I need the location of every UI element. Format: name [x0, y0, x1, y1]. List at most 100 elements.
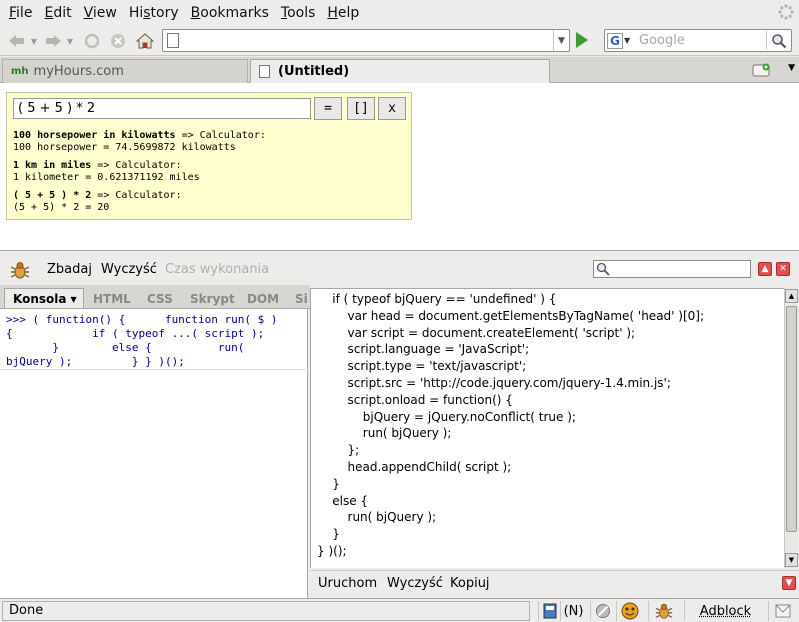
gmail-icon-button[interactable]: [768, 601, 796, 621]
firebug-detach-button[interactable]: ▲: [758, 262, 772, 276]
menu-help[interactable]: Help: [321, 5, 365, 21]
result-item: 100 horsepower in kilowatts => Calculato…: [13, 130, 407, 154]
menu-history[interactable]: History: [123, 5, 185, 21]
face-icon-button[interactable]: [616, 601, 642, 621]
menu-bookmarks[interactable]: Bookmarks: [185, 5, 275, 21]
inspect-button[interactable]: Zbadaj: [47, 262, 92, 277]
chevron-down-icon: ▼: [70, 294, 77, 304]
command-editor[interactable]: ˈ if ( typeof bjQuery == 'undefined' ) {…: [310, 288, 784, 568]
notebook-icon-button[interactable]: [538, 601, 560, 621]
url-bar[interactable]: ▼: [162, 29, 570, 52]
editor-scrollbar[interactable]: ▲ ▼: [784, 288, 798, 568]
profile-button[interactable]: Czas wykonania: [165, 262, 269, 277]
tab-overflow[interactable]: Si: [295, 288, 308, 308]
firebug-icon: [655, 603, 672, 619]
result-query: 100 horsepower in kilowatts: [13, 130, 176, 141]
tab-dom[interactable]: DOM: [247, 288, 279, 308]
go-button[interactable]: [576, 32, 588, 48]
tab-console[interactable]: Konsola ▼: [4, 288, 84, 308]
result-item: 1 km in miles => Calculator: 1 kilometer…: [13, 160, 407, 184]
block-icon: [595, 604, 610, 618]
scroll-down-button[interactable]: ▼: [785, 553, 798, 567]
calculator-panel: = [] x 100 horsepower in kilowatts => Ca…: [6, 92, 412, 220]
menu-tools[interactable]: Tools: [275, 5, 322, 21]
editor-close-button[interactable]: ▼: [782, 576, 796, 590]
google-icon: G: [607, 32, 623, 49]
notebook-icon: [543, 603, 556, 619]
back-button[interactable]: [6, 30, 28, 52]
mail-icon: [775, 604, 790, 618]
menu-file[interactable]: File: [3, 5, 38, 21]
block-icon-button[interactable]: [590, 601, 614, 621]
divider: [0, 369, 308, 370]
result-query: ( 5 + 5 ) * 2: [13, 190, 92, 201]
tab-untitled[interactable]: (Untitled): [250, 59, 550, 83]
all-tabs-dropdown[interactable]: ▼: [788, 63, 795, 73]
forward-button[interactable]: [42, 30, 64, 52]
console-command-entry[interactable]: >>> ( function() { function run( $ ) { i…: [6, 313, 304, 369]
tab-label: Konsola: [13, 292, 67, 306]
clear-button[interactable]: Wyczyść: [101, 262, 157, 277]
back-history-dropdown[interactable]: ▼: [29, 30, 39, 52]
result-source: => Calculator:: [91, 190, 182, 201]
chevron-down-icon: ▼: [558, 35, 565, 46]
firebug-toolbar: Zbadaj Wyczyść Czas wykonania ▲ ✕: [0, 256, 799, 283]
result-answer: 100 horsepower = 74.5699872 kilowatts: [13, 142, 236, 153]
firebug-status-button[interactable]: [648, 601, 678, 621]
home-icon: [136, 33, 154, 49]
result-item: ( 5 + 5 ) * 2 => Calculator: (5 + 5) * 2…: [13, 190, 407, 214]
tab-myhours[interactable]: mh myHours.com: [2, 59, 248, 83]
page-content: = [] x 100 horsepower in kilowatts => Ca…: [0, 83, 799, 251]
chevron-down-icon: ▼: [624, 36, 631, 45]
clear-editor-button[interactable]: Wyczyść: [387, 576, 443, 591]
calculator-results: 100 horsepower in kilowatts => Calculato…: [13, 130, 407, 220]
chevron-up-icon: ▲: [761, 264, 769, 274]
brackets-button[interactable]: []: [347, 97, 375, 120]
tab-html[interactable]: HTML: [93, 288, 131, 308]
scroll-thumb[interactable]: [786, 306, 797, 532]
code-text[interactable]: if ( typeof bjQuery == 'undefined' ) { v…: [317, 291, 704, 560]
close-calculator-button[interactable]: x: [378, 97, 406, 120]
url-history-dropdown[interactable]: ▼: [553, 30, 569, 51]
scroll-up-button[interactable]: ▲: [785, 289, 798, 303]
chevron-down-icon: ▼: [66, 36, 74, 46]
copy-button[interactable]: Kopiuj: [450, 576, 490, 591]
chevron-down-icon: ▼: [30, 36, 38, 46]
back-arrow-icon: [9, 35, 24, 47]
search-bar[interactable]: G ▼ Google: [604, 29, 792, 52]
tab-css[interactable]: CSS: [147, 288, 173, 308]
firebug-close-button[interactable]: ✕: [776, 262, 790, 276]
adblock-status-item[interactable]: Adblock: [684, 601, 766, 621]
tab-label: myHours.com: [33, 64, 124, 79]
tab-label: (Untitled): [278, 63, 350, 79]
result-answer: (5 + 5) * 2 = 20: [13, 202, 110, 213]
console-output-pane: >>> ( function() { function run( $ ) { i…: [0, 309, 308, 598]
chevron-down-icon: ▼: [785, 578, 793, 588]
menu-view[interactable]: View: [78, 5, 123, 21]
face-icon: [621, 602, 638, 620]
calculator-input[interactable]: [13, 98, 311, 119]
search-engine-selector[interactable]: G ▼: [607, 32, 633, 49]
reload-icon: [84, 33, 100, 49]
equals-button[interactable]: =: [314, 97, 342, 120]
n-status-item[interactable]: (N): [560, 601, 586, 621]
home-button[interactable]: [134, 30, 156, 52]
search-input[interactable]: Google: [639, 33, 685, 48]
tab-script[interactable]: Skrypt: [190, 288, 235, 308]
firebug-search-input[interactable]: [593, 260, 751, 278]
menu-edit[interactable]: Edit: [38, 5, 77, 21]
result-source: => Calculator:: [175, 130, 266, 141]
editor-actions: Uruchom Wyczyść Kopiuj ▼: [310, 570, 799, 596]
throbber-icon: [778, 4, 794, 20]
run-button[interactable]: Uruchom: [318, 576, 377, 591]
reload-button[interactable]: [82, 30, 102, 52]
new-tab-icon[interactable]: [751, 61, 773, 79]
stop-icon: [111, 34, 125, 48]
tab-bar: mh myHours.com (Untitled) ▼: [0, 57, 799, 83]
stop-button[interactable]: [108, 30, 128, 52]
search-button[interactable]: [766, 31, 790, 50]
status-bar: Done (N) Adblock: [0, 598, 799, 622]
result-query: 1 km in miles: [13, 160, 92, 171]
firebug-icon[interactable]: [10, 260, 30, 280]
forward-history-dropdown[interactable]: ▼: [65, 30, 75, 52]
